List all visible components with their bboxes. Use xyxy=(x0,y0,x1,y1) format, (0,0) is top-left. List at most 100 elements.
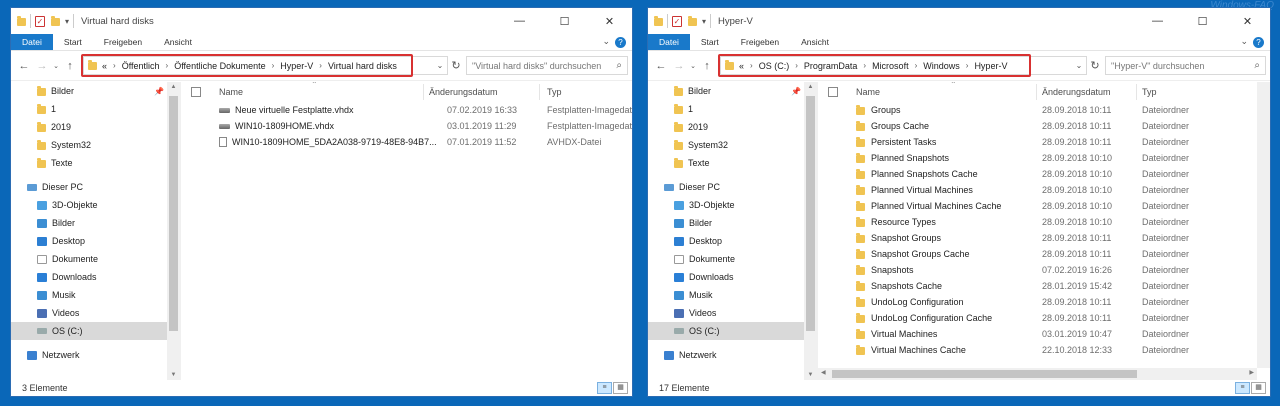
search-input[interactable]: "Virtual hard disks" durchsuchen ⌕ xyxy=(466,56,628,75)
minimize-button[interactable]: — xyxy=(1135,8,1180,34)
scrollbar-thumb[interactable] xyxy=(832,370,1137,378)
column-header-name[interactable]: Name xyxy=(219,87,243,97)
folder-row[interactable]: Planned Snapshots 28.09.2018 10:10 Dateior… xyxy=(818,150,1270,166)
nav-item-videos[interactable]: Videos xyxy=(11,304,180,322)
refresh-icon[interactable]: ↻ xyxy=(448,59,464,72)
folder-row[interactable]: Persistent Tasks 28.09.2018 10:11 Dateiord… xyxy=(818,134,1270,150)
nav-item-network[interactable]: Netzwerk xyxy=(648,346,817,364)
breadcrumb[interactable]: OS (C:) xyxy=(759,61,790,71)
nav-item-network[interactable]: Netzwerk xyxy=(11,346,180,364)
expand-ribbon-icon[interactable]: ⌄ xyxy=(602,36,610,47)
chevron-right-icon[interactable]: › xyxy=(319,61,322,70)
breadcrumb[interactable]: Windows xyxy=(923,61,960,71)
nav-item-2019[interactable]: 2019 xyxy=(11,118,180,136)
tab-datei[interactable]: Datei xyxy=(648,34,690,50)
nav-item-bilder[interactable]: Bilder 📌 xyxy=(11,82,180,100)
details-view-icon[interactable]: ≡ xyxy=(1235,382,1250,394)
file-row[interactable]: Neue virtuelle Festplatte.vhdx 07.02.2019… xyxy=(181,102,632,118)
column-header-type[interactable]: Typ xyxy=(547,87,562,97)
scrollbar-thumb[interactable] xyxy=(169,96,178,331)
quick-access-toolbar-dropdown-icon[interactable]: ▾ xyxy=(65,17,69,26)
column-header-date[interactable]: Änderungsdatum xyxy=(1042,87,1111,97)
folder-row[interactable]: UndoLog Configuration 28.09.2018 10:11 Dat… xyxy=(818,294,1270,310)
tab-ansicht[interactable]: Ansicht xyxy=(790,34,840,50)
search-input[interactable]: "Hyper-V" durchsuchen ⌕ xyxy=(1105,56,1266,75)
nav-item-texte[interactable]: Texte xyxy=(11,154,180,172)
chevron-right-icon[interactable]: › xyxy=(750,61,753,70)
up-arrow-icon[interactable]: ↑ xyxy=(61,60,79,72)
scroll-down-icon[interactable]: ▼ xyxy=(804,372,817,378)
scrollbar-thumb[interactable] xyxy=(806,96,815,331)
forward-arrow-icon[interactable]: → xyxy=(33,60,51,72)
nav-item-system32[interactable]: System32 xyxy=(11,136,180,154)
nav-item-1[interactable]: 1 xyxy=(11,100,180,118)
properties-icon[interactable]: ✓ xyxy=(35,15,45,27)
folder-row[interactable]: Groups Cache 28.09.2018 10:11 Dateiordner xyxy=(818,118,1270,134)
new-folder-icon[interactable] xyxy=(688,16,697,26)
nav-item-system32[interactable]: System32 xyxy=(648,136,817,154)
folder-row[interactable]: Planned Virtual Machines 28.09.2018 10:10… xyxy=(818,182,1270,198)
nav-item-pictures[interactable]: Bilder xyxy=(11,214,180,232)
large-icons-view-icon[interactable]: ▦ xyxy=(613,382,628,394)
nav-item-videos[interactable]: Videos xyxy=(648,304,817,322)
nav-item-this-pc[interactable]: Dieser PC xyxy=(648,178,817,196)
minimize-button[interactable]: — xyxy=(497,8,542,34)
nav-item-desktop[interactable]: Desktop xyxy=(11,232,180,250)
back-arrow-icon[interactable]: ← xyxy=(652,60,670,72)
chevron-right-icon[interactable]: › xyxy=(966,61,969,70)
back-arrow-icon[interactable]: ← xyxy=(15,60,33,72)
folder-row[interactable]: Snapshots Cache 28.01.2019 15:42 Dateiordn… xyxy=(818,278,1270,294)
nav-item-desktop[interactable]: Desktop xyxy=(648,232,817,250)
chevron-right-icon[interactable]: › xyxy=(272,61,275,70)
breadcrumb[interactable]: Öffentliche Dokumente xyxy=(174,61,265,71)
chevron-right-icon[interactable]: › xyxy=(863,61,866,70)
breadcrumb[interactable]: Microsoft xyxy=(872,61,909,71)
address-bar[interactable]: « › OS (C:) › ProgramData › Microsoft › … xyxy=(718,54,1087,77)
forward-arrow-icon[interactable]: → xyxy=(670,60,688,72)
folder-row[interactable]: Snapshot Groups Cache 28.09.2018 10:11 Dat… xyxy=(818,246,1270,262)
large-icons-view-icon[interactable]: ▦ xyxy=(1251,382,1266,394)
tab-ansicht[interactable]: Ansicht xyxy=(153,34,203,50)
close-button[interactable]: ✕ xyxy=(1225,8,1270,34)
tab-start[interactable]: Start xyxy=(53,34,93,50)
address-dropdown-icon[interactable]: ⌄ xyxy=(433,61,447,70)
chevron-right-icon[interactable]: › xyxy=(166,61,169,70)
nav-item-this-pc[interactable]: Dieser PC xyxy=(11,178,180,196)
chevron-right-icon[interactable]: › xyxy=(113,61,116,70)
nav-item-pictures[interactable]: Bilder xyxy=(648,214,817,232)
breadcrumb[interactable]: Virtual hard disks xyxy=(328,61,397,71)
folder-row[interactable]: Virtual Machines 03.01.2019 10:47 Dateiord… xyxy=(818,326,1270,342)
refresh-icon[interactable]: ↻ xyxy=(1087,59,1103,72)
chevron-right-icon[interactable]: › xyxy=(795,61,798,70)
address-bar[interactable]: « › Öffentlich › Öffentliche Dokumente ›… xyxy=(81,54,448,77)
pin-icon[interactable]: 📌 xyxy=(154,87,164,96)
breadcrumb[interactable]: Öffentlich xyxy=(122,61,160,71)
tab-freigeben[interactable]: Freigeben xyxy=(730,34,790,50)
column-header-name[interactable]: Name xyxy=(856,87,880,97)
column-header-date[interactable]: Änderungsdatum xyxy=(429,87,498,97)
chevron-right-icon[interactable]: › xyxy=(915,61,918,70)
nav-item-downloads[interactable]: Downloads xyxy=(11,268,180,286)
nav-item-documents[interactable]: Dokumente xyxy=(648,250,817,268)
address-dropdown-icon[interactable]: ⌄ xyxy=(1072,61,1086,70)
scroll-up-icon[interactable]: ▲ xyxy=(804,84,817,90)
breadcrumb[interactable]: Hyper-V xyxy=(280,61,313,71)
file-row[interactable]: WIN10-1809HOME.vhdx 03.01.2019 11:29 Festp… xyxy=(181,118,632,134)
folder-row[interactable]: Groups 28.09.2018 10:11 Dateiordner xyxy=(818,102,1270,118)
tab-freigeben[interactable]: Freigeben xyxy=(93,34,153,50)
select-all-checkbox[interactable] xyxy=(191,87,201,97)
scroll-left-icon[interactable]: ◀ xyxy=(821,369,826,376)
nav-item-music[interactable]: Musik xyxy=(11,286,180,304)
new-folder-icon[interactable] xyxy=(51,16,60,26)
nav-scrollbar[interactable]: ▲ ▼ xyxy=(804,82,817,380)
nav-item-3d-objects[interactable]: 3D-Objekte xyxy=(648,196,817,214)
content-scrollbar[interactable] xyxy=(1257,82,1270,368)
properties-icon[interactable]: ✓ xyxy=(672,15,682,27)
breadcrumb-overflow[interactable]: « xyxy=(739,61,744,71)
maximize-button[interactable]: ☐ xyxy=(542,8,587,34)
horizontal-scrollbar[interactable]: ◀ ▶ xyxy=(818,368,1257,380)
scroll-up-icon[interactable]: ▲ xyxy=(167,84,180,90)
nav-item-music[interactable]: Musik xyxy=(648,286,817,304)
expand-ribbon-icon[interactable]: ⌄ xyxy=(1240,36,1248,47)
file-row[interactable]: WIN10-1809HOME_5DA2A038-9719-48E8-94B7..… xyxy=(181,134,632,150)
